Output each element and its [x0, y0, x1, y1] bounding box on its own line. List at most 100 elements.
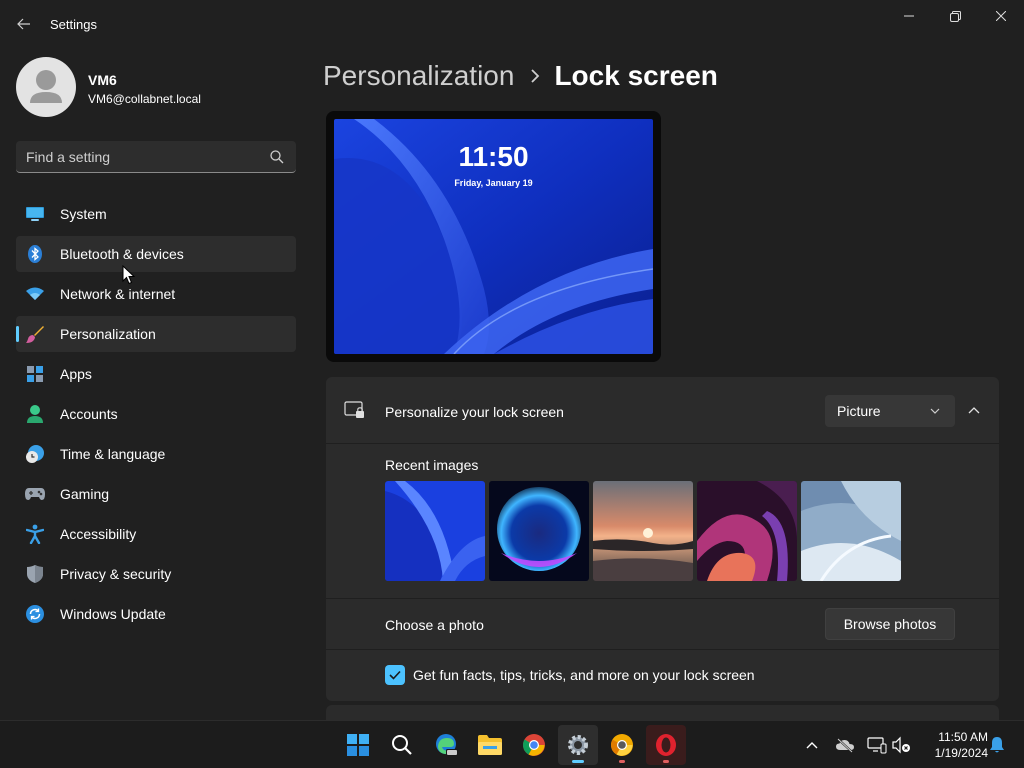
sidebar-item-bluetooth-devices[interactable]: Bluetooth & devices	[16, 236, 296, 272]
taskbar-chrome-canary[interactable]	[602, 725, 642, 765]
taskbar-edge-beta[interactable]	[426, 725, 466, 765]
notifications-button[interactable]	[985, 733, 1009, 757]
lock-screen-icon	[344, 401, 364, 418]
volume-tray[interactable]	[889, 733, 913, 757]
arrow-left-icon	[17, 18, 30, 30]
dropdown-value: Picture	[837, 403, 881, 419]
row-divider	[326, 649, 999, 650]
taskbar-settings[interactable]	[558, 725, 598, 765]
apps-icon	[24, 364, 46, 384]
back-button[interactable]	[10, 12, 38, 36]
taskbar: 11:50 AM 1/19/2024	[0, 720, 1024, 768]
card-header[interactable]: Personalize your lock screen Picture	[326, 377, 999, 444]
sidebar-item-time-language[interactable]: Time & language	[16, 436, 296, 472]
sidebar-item-label: Windows Update	[60, 606, 166, 622]
speaker-muted-icon	[892, 736, 910, 754]
sidebar-item-privacy-security[interactable]: Privacy & security	[16, 556, 296, 592]
monitor-icon	[24, 204, 46, 224]
recent-image-ribbon-swirl[interactable]	[697, 481, 797, 581]
paintbrush-icon	[24, 324, 46, 344]
selection-indicator	[16, 326, 19, 342]
search-input[interactable]	[26, 147, 256, 167]
browse-photos-button[interactable]: Browse photos	[825, 608, 955, 640]
search-icon	[392, 735, 412, 755]
breadcrumb: Personalization Lock screen	[323, 58, 718, 94]
onedrive-tray[interactable]	[833, 733, 857, 757]
running-indicator	[619, 760, 625, 763]
checkmark-icon	[389, 670, 401, 680]
sidebar-item-accessibility[interactable]: Accessibility	[16, 516, 296, 552]
network-tray[interactable]	[865, 733, 889, 757]
sidebar-item-personalization[interactable]: Personalization	[16, 316, 296, 352]
card-title: Personalize your lock screen	[385, 404, 564, 420]
taskbar-file-explorer[interactable]	[470, 725, 510, 765]
user-profile[interactable]: VM6 VM6@collabnet.local	[16, 57, 296, 117]
sidebar-item-label: Gaming	[60, 486, 110, 502]
accessibility-icon	[24, 524, 46, 544]
breadcrumb-parent[interactable]: Personalization	[323, 60, 514, 92]
user-email: VM6@collabnet.local	[88, 92, 201, 106]
recent-image-bloom-blue[interactable]	[385, 481, 485, 581]
chevron-up-icon	[968, 407, 980, 414]
chevron-right-icon	[530, 69, 540, 83]
minimize-button[interactable]	[886, 0, 932, 32]
chevron-up-icon	[806, 742, 818, 749]
recent-images-label: Recent images	[385, 457, 479, 473]
minimize-icon	[904, 15, 914, 17]
taskbar-search-button[interactable]	[382, 725, 422, 765]
wifi-icon	[24, 284, 46, 304]
person-icon	[24, 404, 46, 424]
taskbar-chrome[interactable]	[514, 725, 554, 765]
app-title: Settings	[50, 17, 97, 32]
gear-icon	[568, 735, 588, 755]
recent-image-flow-light[interactable]	[801, 481, 901, 581]
taskbar-opera[interactable]	[646, 725, 686, 765]
clock-date: 1/19/2024	[934, 746, 988, 760]
chrome-canary-icon	[611, 734, 633, 756]
sidebar-item-apps[interactable]: Apps	[16, 356, 296, 392]
chrome-icon	[523, 734, 545, 756]
fun-facts-label: Get fun facts, tips, tricks, and more on…	[413, 667, 755, 683]
preview-date: Friday, January 19	[454, 178, 533, 188]
edge-icon	[436, 734, 458, 756]
running-indicator	[663, 760, 669, 763]
lock-screen-preview: 11:50 Friday, January 19	[326, 111, 661, 362]
close-button[interactable]	[978, 0, 1024, 32]
close-icon	[996, 11, 1006, 21]
restore-icon	[949, 10, 961, 22]
user-name: VM6	[88, 72, 117, 88]
recent-image-sunset-lake[interactable]	[593, 481, 693, 581]
cloud-offline-icon	[836, 738, 854, 753]
avatar	[16, 57, 76, 117]
bell-icon	[990, 737, 1004, 753]
restore-button[interactable]	[932, 0, 978, 32]
taskbar-clock[interactable]: 11:50 AM 1/19/2024	[920, 729, 988, 761]
clock-globe-icon	[24, 444, 46, 464]
start-button[interactable]	[338, 725, 378, 765]
show-hidden-icons-button[interactable]	[800, 733, 824, 757]
sidebar-item-accounts[interactable]: Accounts	[16, 396, 296, 432]
next-settings-card[interactable]	[326, 705, 999, 720]
sidebar-item-gaming[interactable]: Gaming	[16, 476, 296, 512]
active-indicator	[572, 760, 584, 763]
sidebar-item-label: System	[60, 206, 107, 222]
sidebar-item-windows-update[interactable]: Windows Update	[16, 596, 296, 632]
search-box	[16, 141, 296, 173]
sidebar-item-system[interactable]: System	[16, 196, 296, 232]
search-icon[interactable]	[269, 149, 285, 165]
chevron-down-icon	[930, 408, 940, 414]
sidebar-nav: System Bluetooth & devices Network & int…	[16, 196, 296, 636]
personalize-lock-screen-card: Personalize your lock screen Picture Rec…	[326, 377, 999, 701]
windows-logo-icon	[347, 734, 369, 756]
sidebar-item-label: Bluetooth & devices	[60, 246, 184, 262]
sidebar-item-label: Apps	[60, 366, 92, 382]
person-placeholder-icon	[30, 70, 62, 103]
sidebar-item-label: Accessibility	[60, 526, 137, 542]
collapse-button[interactable]	[962, 399, 986, 423]
preview-time: 11:50	[458, 141, 529, 172]
background-type-dropdown[interactable]: Picture	[825, 395, 955, 427]
sidebar-item-network-internet[interactable]: Network & internet	[16, 276, 296, 312]
fun-facts-checkbox[interactable]	[385, 665, 405, 685]
recent-image-glow-orb[interactable]	[489, 481, 589, 581]
page-title: Lock screen	[554, 60, 718, 91]
